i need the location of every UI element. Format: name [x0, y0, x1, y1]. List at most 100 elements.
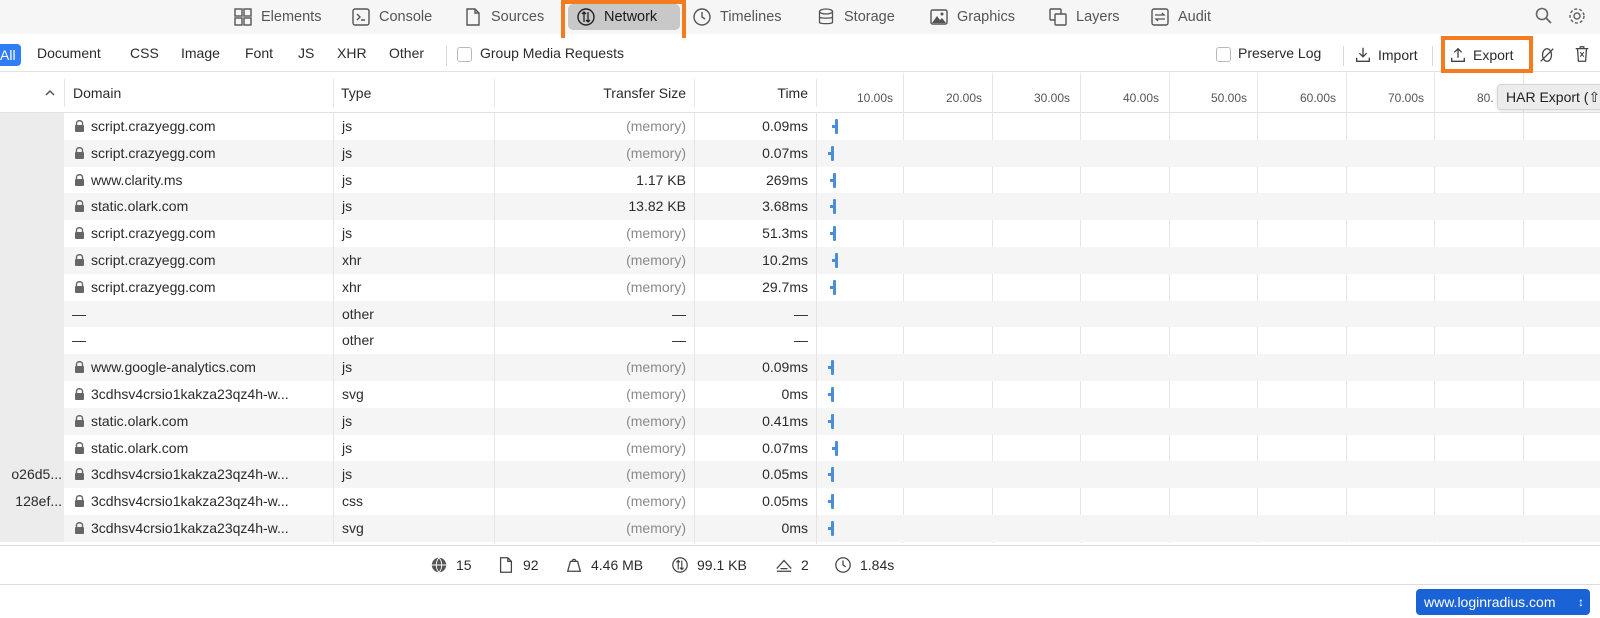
preserve-log-checkbox[interactable] [1216, 47, 1231, 62]
weight-icon [566, 558, 582, 572]
column-transfer-size[interactable]: Transfer Size [603, 85, 686, 101]
table-row[interactable]: o26d5... 3cdhsv4crsio1kakza23qz4h-w... js (… [0, 461, 1600, 489]
domains-value: 15 [456, 557, 472, 573]
domain-cell: static.olark.com [91, 198, 189, 215]
gear-icon[interactable] [1567, 6, 1587, 26]
waterfall-bar[interactable] [828, 521, 834, 536]
table-row[interactable]: script.crazyegg.com js (memory) 0.07ms [0, 139, 1600, 167]
table-row[interactable]: — other — — [0, 327, 1600, 355]
filter-css[interactable]: CSS [130, 45, 159, 61]
column-domain[interactable]: Domain [73, 85, 121, 101]
table-row[interactable]: static.olark.com js (memory) 0.41ms [0, 407, 1600, 435]
import-button[interactable]: Import [1354, 43, 1418, 67]
type-cell: xhr [342, 278, 362, 295]
lock-icon [75, 522, 84, 534]
waterfall-bar[interactable] [832, 253, 838, 268]
sort-ascending-icon[interactable] [44, 87, 56, 99]
time-cell: 0.09ms [762, 359, 808, 376]
disable-cache-icon[interactable] [1538, 46, 1556, 64]
table-row[interactable]: www.google-analytics.com js (memory) 0.09ms [0, 354, 1600, 381]
type-cell: js [342, 144, 353, 161]
filter-all[interactable]: All [0, 44, 21, 66]
waterfall-bar[interactable] [828, 467, 834, 483]
column-type[interactable]: Type [341, 85, 371, 101]
waterfall-bar[interactable] [828, 360, 834, 376]
resources-size-value: 4.46 MB [591, 557, 644, 573]
tab-graphics[interactable]: Graphics [921, 4, 1023, 30]
name-cell [0, 166, 64, 194]
column-divider [694, 113, 695, 544]
name-cell [0, 300, 64, 328]
table-row[interactable]: 3cdhsv4crsio1kakza23qz4h-w... svg (memory)… [0, 515, 1600, 542]
table-row[interactable]: static.olark.com js 13.82 KB 3.68ms [0, 193, 1600, 221]
table-row[interactable]: script.crazyegg.com xhr (memory) 10.2ms [0, 247, 1600, 274]
waterfall-bar[interactable] [830, 172, 836, 188]
waterfall-bar[interactable] [830, 226, 836, 242]
name-cell [0, 407, 64, 435]
table-row[interactable]: script.crazyegg.com xhr (memory) 29.7ms [0, 273, 1600, 301]
filter-other[interactable]: Other [389, 45, 424, 61]
type-cell: other [342, 305, 374, 322]
tab-storage[interactable]: Storage [808, 4, 903, 30]
time-cell: 0ms [781, 520, 808, 536]
tab-timelines[interactable]: Timelines [684, 4, 790, 30]
waterfall-bar[interactable] [828, 387, 834, 402]
table-row[interactable]: script.crazyegg.com js (memory) 0.09ms [0, 113, 1600, 140]
tab-sources[interactable]: Sources [455, 4, 552, 30]
filter-font[interactable]: Font [245, 45, 273, 61]
time-cell: 0.07ms [762, 439, 808, 456]
waterfall-bar[interactable] [828, 145, 834, 161]
waterfall-bar[interactable] [830, 279, 836, 295]
tab-layers[interactable]: Layers [1040, 4, 1128, 30]
lock-icon [75, 120, 84, 132]
filter-document[interactable]: Document [37, 45, 101, 61]
storage-icon [816, 7, 836, 27]
lock-icon [75, 200, 84, 213]
time-cell: 29.7ms [762, 278, 808, 295]
table-row[interactable]: www.clarity.ms js 1.17 KB 269ms [0, 166, 1600, 194]
clear-log-icon[interactable] [1573, 44, 1591, 64]
domain-cell: script.crazyegg.com [91, 278, 216, 295]
redirects-value: 2 [801, 557, 809, 573]
name-cell [0, 381, 64, 408]
tab-audit[interactable]: Audit [1142, 4, 1219, 30]
type-cell: css [342, 493, 363, 510]
type-cell: js [342, 198, 353, 215]
lock-icon [75, 146, 84, 159]
waterfall-bar[interactable] [828, 413, 834, 429]
network-tab-highlight [561, 0, 686, 42]
table-row[interactable]: script.crazyegg.com js (memory) 51.3ms [0, 220, 1600, 247]
transfer-size-cell: (memory) [626, 412, 686, 429]
name-cell: o26d5... [0, 461, 64, 489]
transfer-size-cell: (memory) [626, 386, 686, 402]
elements-icon [233, 7, 253, 27]
table-row[interactable]: — other — — [0, 300, 1600, 328]
column-time[interactable]: Time [777, 85, 808, 101]
time-cell: 0ms [781, 386, 808, 402]
export-button-highlight [1441, 36, 1533, 73]
divider [1432, 46, 1433, 66]
inspected-target-select[interactable]: www.loginradius.com ↕ [1416, 589, 1590, 615]
search-icon[interactable] [1534, 6, 1554, 26]
waterfall-bar[interactable] [828, 494, 834, 510]
waterfall-bar[interactable] [832, 440, 838, 456]
group-media-checkbox[interactable] [457, 47, 472, 62]
waterfall-bar[interactable] [832, 119, 838, 134]
filter-js[interactable]: JS [298, 45, 314, 61]
table-row[interactable]: 128ef... 3cdhsv4crsio1kakza23qz4h-w... css… [0, 488, 1600, 515]
filter-image[interactable]: Image [181, 45, 220, 61]
table-row[interactable]: static.olark.com js (memory) 0.07ms [0, 434, 1600, 462]
name-cell [0, 247, 64, 274]
filter-xhr[interactable]: XHR [337, 45, 367, 61]
timelines-icon [692, 7, 712, 27]
time-cell: 0.09ms [762, 118, 808, 134]
status-bar: 15 92 4.46 MB 99.1 KB 2 1.84s [0, 545, 1600, 585]
tab-label: Audit [1178, 9, 1212, 25]
resource-name: 128ef... [15, 493, 62, 510]
waterfall-bar[interactable] [830, 199, 836, 215]
column-divider [816, 79, 817, 107]
tab-elements[interactable]: Elements [225, 4, 329, 30]
column-divider [694, 79, 695, 107]
table-row[interactable]: 3cdhsv4crsio1kakza23qz4h-w... svg (memory)… [0, 381, 1600, 408]
tab-console[interactable]: Console [343, 4, 440, 30]
